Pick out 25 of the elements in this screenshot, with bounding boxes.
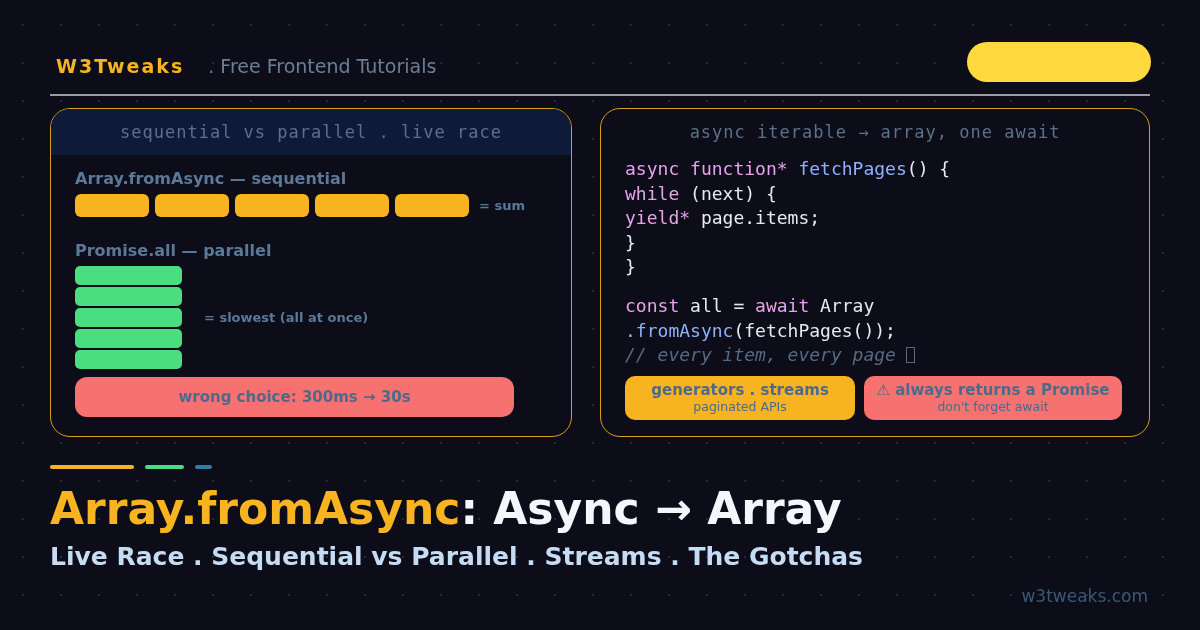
- tag-title: ⚠ always returns a Promise: [876, 381, 1110, 400]
- brand-logo: W3Tweaks: [56, 55, 185, 77]
- section-label: Promise.all — parallel: [75, 241, 273, 260]
- bar-note: = sum: [479, 198, 525, 213]
- bar-note: = slowest (all at once): [204, 310, 369, 325]
- code-line: async function* fetchPages() {: [625, 157, 952, 181]
- subtitle: Live Race . Sequential vs Parallel . Streams . The Gotchas: [50, 542, 864, 571]
- missing-glyph-icon: [905, 347, 915, 364]
- code-line: while (next) {: [625, 181, 778, 206]
- code-line: .fromAsync(fetchPages());: [625, 318, 897, 343]
- code-line: }: [625, 230, 637, 255]
- tag-subtitle: paginated APIs: [693, 399, 787, 415]
- site-url: w3tweaks.com: [1021, 586, 1148, 606]
- code-line: yield* page.items;: [625, 206, 822, 231]
- tag-title: generators . streams: [651, 381, 829, 400]
- panel-title: async iterable → array, one await: [688, 121, 1062, 144]
- headline: Array.fromAsync: Async → Array: [50, 483, 843, 534]
- panel-title: sequential vs parallel . live race: [51, 109, 572, 155]
- warning-banner: wrong choice: 300ms → 30s: [75, 377, 514, 417]
- code-line: }: [625, 255, 637, 280]
- tagline: . Free Frontend Tutorials: [208, 55, 438, 77]
- tag-subtitle: don't forget await: [937, 399, 1049, 415]
- section-label: Array.fromAsync — sequential: [75, 169, 348, 188]
- code-line: const all = await Array: [625, 293, 876, 318]
- code-comment: // every item, every page: [625, 343, 1125, 368]
